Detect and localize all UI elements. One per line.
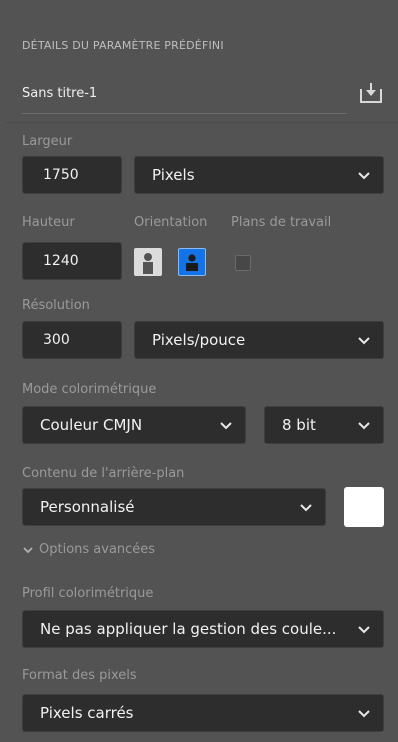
divider [6, 122, 398, 123]
color-profile-value: Ne pas appliquer la gestion des coule... [40, 620, 337, 638]
advanced-options-label: Options avancées [39, 542, 156, 557]
artboards-label: Plans de travail [231, 215, 332, 230]
background-value: Personnalisé [40, 498, 135, 516]
chevron-down-icon [358, 172, 370, 180]
resolution-input[interactable]: 300 [22, 321, 122, 359]
pixel-format-label: Format des pixels [22, 668, 137, 683]
color-mode-label: Mode colorimétrique [22, 382, 157, 397]
section-title: DÉTAILS DU PARAMÈTRE PRÉDÉFINI [22, 39, 224, 52]
color-profile-label: Profil colorimétrique [22, 586, 154, 601]
color-mode-value: Couleur CMJN [40, 416, 143, 434]
background-select[interactable]: Personnalisé [22, 488, 326, 526]
background-color-swatch[interactable] [344, 487, 384, 527]
chevron-down-icon [358, 710, 370, 718]
background-label: Contenu de l'arrière-plan [22, 466, 185, 481]
landscape-orientation-button[interactable] [178, 248, 206, 276]
artboards-checkbox[interactable] [235, 255, 251, 271]
chevron-down-icon [220, 422, 232, 430]
color-profile-select[interactable]: Ne pas appliquer la gestion des coule... [22, 610, 384, 648]
chevron-down-icon [358, 422, 370, 430]
width-unit-select[interactable]: Pixels [134, 156, 384, 194]
chevron-down-icon [300, 504, 312, 512]
width-unit-value: Pixels [152, 166, 195, 184]
chevron-down-icon [358, 626, 370, 634]
portrait-icon [143, 253, 153, 274]
width-label: Largeur [22, 134, 73, 149]
height-label: Hauteur [22, 215, 75, 230]
pixel-format-value: Pixels carrés [40, 704, 134, 722]
bit-depth-value: 8 bit [282, 416, 316, 434]
document-name-input[interactable]: Sans titre-1 [22, 78, 347, 114]
resolution-label: Résolution [22, 298, 90, 313]
orientation-label: Orientation [134, 215, 208, 230]
width-input[interactable]: 1750 [22, 156, 122, 194]
landscape-icon [186, 254, 198, 271]
chevron-down-icon [358, 337, 370, 345]
resolution-unit-select[interactable]: Pixels/pouce [134, 321, 384, 359]
color-mode-select[interactable]: Couleur CMJN [22, 406, 246, 444]
height-input[interactable]: 1240 [22, 242, 122, 280]
portrait-orientation-button[interactable] [134, 248, 162, 276]
bit-depth-select[interactable]: 8 bit [264, 406, 384, 444]
preset-details-panel: DÉTAILS DU PARAMÈTRE PRÉDÉFINI Sans titr… [6, 0, 398, 742]
save-preset-button[interactable] [358, 80, 384, 106]
pixel-format-select[interactable]: Pixels carrés [22, 694, 384, 732]
resolution-unit-value: Pixels/pouce [152, 331, 246, 349]
advanced-options-toggle[interactable]: Options avancées [22, 542, 155, 557]
chevron-down-icon [23, 546, 33, 553]
save-preset-icon [360, 83, 382, 103]
